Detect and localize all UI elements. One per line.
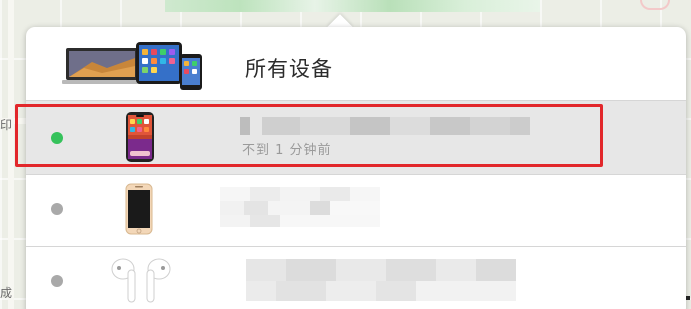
device-name-redacted	[246, 259, 516, 301]
device-name-redacted	[220, 187, 380, 227]
toolbar-blurred	[165, 0, 540, 12]
map-label: 印	[0, 118, 13, 132]
device-list-popover: 所有设备 不到 1 分钟前	[26, 27, 686, 309]
map-label: 成	[0, 286, 13, 300]
all-devices-row[interactable]: 所有设备	[26, 27, 686, 101]
device-row[interactable]	[26, 175, 686, 247]
airpods-icon	[111, 258, 171, 303]
iphone-gold-icon	[125, 183, 153, 235]
offline-status-dot	[51, 203, 63, 215]
device-row[interactable]	[26, 247, 686, 309]
all-devices-label: 所有设备	[245, 57, 333, 81]
highlight-annotation-box	[15, 104, 603, 167]
all-devices-icon	[62, 42, 202, 90]
offline-status-dot	[51, 275, 63, 287]
corner-mark	[686, 296, 690, 300]
